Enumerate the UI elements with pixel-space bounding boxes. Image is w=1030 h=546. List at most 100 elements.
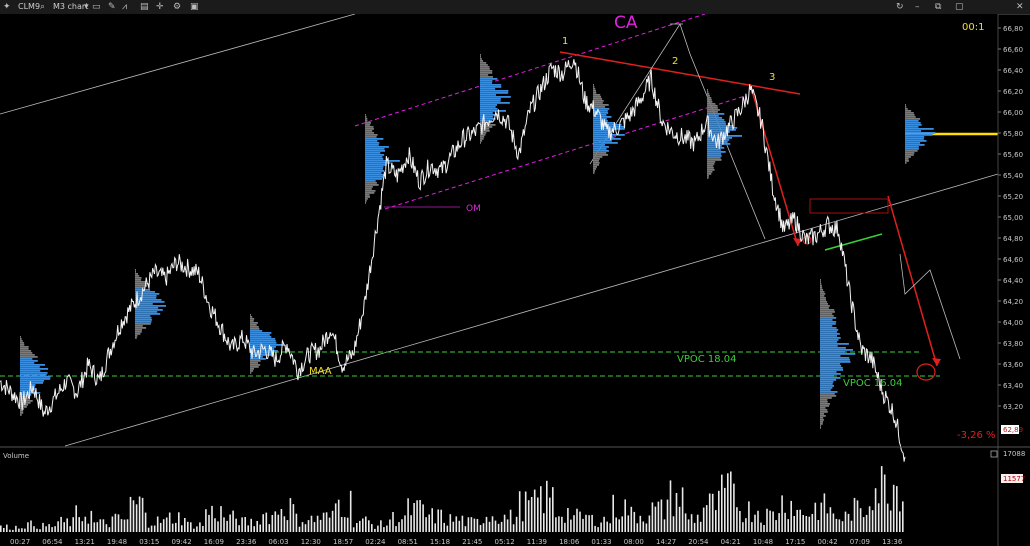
time-tick-label: 18:06 xyxy=(559,538,580,546)
volume-bar xyxy=(196,526,198,532)
profile-bar xyxy=(820,399,828,401)
profile-bar xyxy=(480,80,493,82)
volume-bar xyxy=(428,514,430,532)
profile-bar xyxy=(820,299,826,301)
profile-bar xyxy=(20,406,27,408)
profile-bar xyxy=(480,110,506,112)
profile-bar xyxy=(365,140,378,142)
profile-bar xyxy=(707,97,712,99)
volume-bar xyxy=(594,525,596,532)
tile-icon[interactable]: ⧉ xyxy=(935,0,941,14)
profile-bar xyxy=(820,341,838,343)
profile-bar xyxy=(365,180,376,182)
volume-bar xyxy=(745,518,747,532)
overlay-icon[interactable]: ▣ xyxy=(190,0,199,14)
profile-bar xyxy=(20,376,51,378)
profile-bar xyxy=(480,102,510,104)
profile-bar xyxy=(707,169,715,171)
profile-bar xyxy=(820,351,846,353)
chart-type-icon[interactable]: ▭ xyxy=(92,0,101,14)
volume-bar xyxy=(651,502,654,532)
profile-bar xyxy=(135,299,162,301)
profile-bar xyxy=(480,86,502,88)
profile-bar xyxy=(905,156,911,158)
candle-timer: 00:1 xyxy=(962,22,984,33)
layout-icon[interactable]: ▤ xyxy=(140,0,149,14)
profile-bar xyxy=(480,118,496,120)
settings-icon[interactable]: ⚙ xyxy=(173,0,181,14)
volume-bar xyxy=(823,493,826,532)
profile-bar xyxy=(707,149,721,151)
profile-bar xyxy=(480,88,496,90)
time-tick-label: 18:57 xyxy=(333,538,353,546)
volume-bar xyxy=(896,486,898,532)
profile-bar xyxy=(820,315,834,317)
volume-bar xyxy=(790,500,792,532)
profile-bar xyxy=(365,198,368,200)
volume-bar xyxy=(301,522,304,532)
volume-bar xyxy=(54,526,56,532)
vpoc-16-label: VPOC 16.04 xyxy=(843,378,903,389)
profile-bar xyxy=(365,200,367,202)
profile-bar xyxy=(250,372,252,374)
profile-bar xyxy=(135,333,141,335)
profile-bar xyxy=(480,116,493,118)
volume-bar xyxy=(657,501,660,532)
crosshair-icon[interactable]: ✛ xyxy=(156,0,164,14)
draw-icon[interactable]: ✎ xyxy=(108,0,116,14)
profile-bar xyxy=(250,364,261,366)
volume-bar xyxy=(775,520,777,532)
profile-bar xyxy=(905,158,909,160)
volume-bar xyxy=(202,526,204,532)
volume-bar xyxy=(96,522,99,532)
volume-bar xyxy=(754,514,756,532)
profile-bar xyxy=(820,379,837,381)
volume-bar xyxy=(322,512,325,532)
volume-bar xyxy=(380,520,382,532)
profile-bar xyxy=(135,293,160,295)
volume-bar xyxy=(500,521,503,532)
profile-bar xyxy=(707,119,725,121)
volume-bar xyxy=(117,514,120,532)
refresh-icon[interactable]: ↻ xyxy=(896,0,904,14)
volume-bar xyxy=(902,501,904,532)
profile-bar xyxy=(593,164,599,166)
volume-bar xyxy=(871,510,874,532)
search-icon[interactable]: ⌕ xyxy=(40,0,45,14)
volume-bar xyxy=(769,510,771,532)
profile-bar xyxy=(250,344,285,346)
profile-bar xyxy=(135,317,152,319)
volume-bar xyxy=(247,525,249,532)
window-icon[interactable]: ▢ xyxy=(955,0,964,14)
volume-bar xyxy=(395,526,397,532)
profile-bar xyxy=(905,106,907,108)
price-tick-label: 63,20 xyxy=(1003,403,1023,411)
volume-bar xyxy=(805,516,808,532)
symbol-selector[interactable]: CLM9 xyxy=(18,0,40,14)
volume-bar xyxy=(374,528,376,532)
volume-bar xyxy=(259,524,261,532)
volume-bar xyxy=(9,529,11,532)
volume-bar xyxy=(663,519,666,532)
volume-bar xyxy=(506,519,509,532)
profile-bar xyxy=(820,343,849,345)
price-tick-label: 64,60 xyxy=(1003,256,1023,264)
volume-bar xyxy=(298,526,301,532)
price-chart[interactable]: CA 1 2 3 OM MAA VPOC 18.04 VPOC 16.04 -3… xyxy=(0,14,1030,546)
volume-pane-toggle-icon[interactable] xyxy=(990,450,998,458)
volume-bar xyxy=(781,495,783,532)
dropdown-icon[interactable]: ▾ xyxy=(84,0,89,14)
profile-bar xyxy=(820,293,826,295)
pattern-label: CA xyxy=(614,14,638,33)
volume-bar xyxy=(232,510,234,532)
profile-bar xyxy=(905,150,918,152)
indicators-icon[interactable]: ⩘ xyxy=(122,0,127,14)
volume-bar xyxy=(87,523,90,532)
minimize-icon[interactable]: – xyxy=(915,0,920,14)
close-icon[interactable]: ✕ xyxy=(1016,0,1024,14)
volume-bar xyxy=(33,526,35,532)
volume-bar xyxy=(642,521,645,532)
profile-bar xyxy=(593,170,595,172)
profile-bar xyxy=(20,348,29,350)
price-tick-label: 65,80 xyxy=(1003,130,1023,138)
